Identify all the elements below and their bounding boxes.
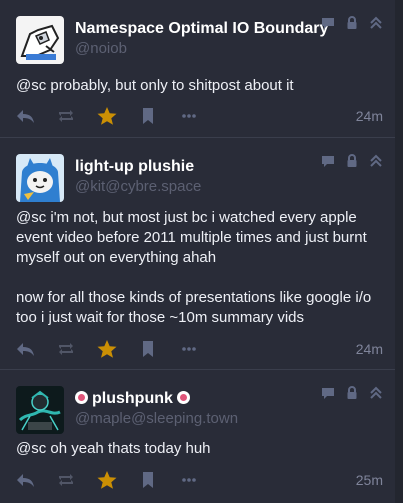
status-paragraph: @sc i'm not, but most just bc i watched … [16,209,367,266]
status-content: @sc oh yeah thats today huh [16,439,385,459]
status-meta [321,154,383,168]
reply-icon[interactable] [14,105,36,127]
double-chevron-up-icon[interactable] [369,154,383,168]
status-paragraph: @sc probably, but only to shitpost about… [16,77,294,94]
status-timestamp[interactable]: 24m [356,341,383,357]
status-meta [321,16,383,30]
status-card[interactable]: light-up plushie @kit@cybre.space @sc i'… [0,138,395,370]
lock-icon [345,386,359,400]
double-chevron-up-icon[interactable] [369,386,383,400]
action-bar: 24m [14,338,383,360]
ellipsis-icon[interactable] [178,105,200,127]
display-name: light-up plushie [75,158,195,175]
account-names[interactable]: light-up plushie @kit@cybre.space [75,157,201,196]
account-handle: @kit@cybre.space [75,178,202,195]
account-handle: @noiob [75,40,127,57]
status-paragraph: now for all those kinds of presentations… [16,289,372,326]
display-name: Namespace Optimal IO Boundary [75,20,329,37]
avatar[interactable] [16,386,64,434]
status-timestamp[interactable]: 24m [356,108,383,124]
boost-icon[interactable] [55,338,77,360]
reply-icon[interactable] [14,338,36,360]
star-icon[interactable] [96,469,118,491]
boost-icon[interactable] [55,469,77,491]
reply-icon[interactable] [14,469,36,491]
speech-bubble-icon [321,16,335,30]
avatar[interactable] [16,154,64,202]
ellipsis-icon[interactable] [178,469,200,491]
lock-icon [345,16,359,30]
bookmark-icon[interactable] [137,469,159,491]
scroll-track[interactable] [395,0,403,503]
lock-icon [345,154,359,168]
display-name: plushpunk [75,389,238,409]
star-icon[interactable] [96,105,118,127]
boost-icon[interactable] [55,105,77,127]
custom-emoji-icon [75,391,88,404]
status-card[interactable]: plushpunk @maple@sleeping.town @sc oh ye… [0,370,395,503]
bookmark-icon[interactable] [137,338,159,360]
star-icon[interactable] [96,338,118,360]
avatar[interactable] [16,16,64,64]
status-paragraph: @sc oh yeah thats today huh [16,440,211,457]
display-name-text: plushpunk [92,390,173,407]
custom-emoji-icon [176,391,190,404]
account-names[interactable]: plushpunk @maple@sleeping.town [75,389,238,428]
status-content: @sc i'm not, but most just bc i watched … [16,208,385,328]
ellipsis-icon[interactable] [178,338,200,360]
status-card[interactable]: Namespace Optimal IO Boundary @noiob @sc… [0,0,395,138]
action-bar: 24m [14,105,383,127]
status-content: @sc probably, but only to shitpost about… [16,76,385,96]
speech-bubble-icon [321,154,335,168]
account-handle: @maple@sleeping.town [75,410,239,427]
status-timestamp[interactable]: 25m [356,472,383,488]
speech-bubble-icon [321,386,335,400]
double-chevron-up-icon[interactable] [369,16,383,30]
action-bar: 25m [14,469,383,491]
status-feed: Namespace Optimal IO Boundary @noiob @sc… [0,0,403,503]
account-names[interactable]: Namespace Optimal IO Boundary @noiob [75,19,328,58]
bookmark-icon[interactable] [137,105,159,127]
status-meta [321,386,383,400]
